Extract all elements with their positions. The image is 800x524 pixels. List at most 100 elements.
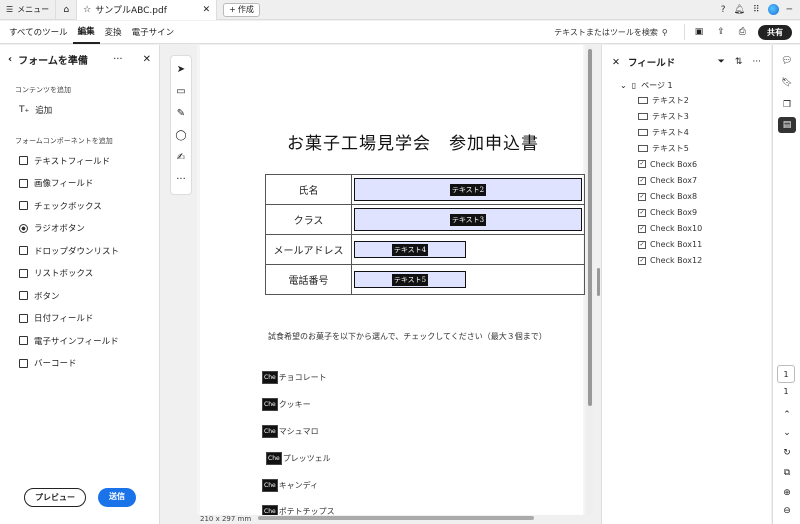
component-text-field[interactable]: テキストフィールド xyxy=(0,150,159,173)
more-options-icon[interactable]: ··· xyxy=(752,57,761,67)
chevron-down-icon[interactable]: ⌄ xyxy=(778,425,796,441)
component-dropdown[interactable]: ドロップダウンリスト xyxy=(0,240,159,263)
save-icon[interactable]: ▣ xyxy=(695,27,704,37)
current-page-input[interactable]: 1 xyxy=(777,365,795,383)
field-item[interactable]: ✓ Check Box9 xyxy=(602,205,771,221)
field-item[interactable]: テキスト3 xyxy=(602,108,771,124)
horizontal-scrollbar[interactable] xyxy=(258,516,534,520)
avatar[interactable] xyxy=(767,4,779,15)
fit-page-icon[interactable]: ⧉ xyxy=(778,465,796,481)
scrollbar-thumb[interactable] xyxy=(588,49,592,406)
field-label: テキスト3 xyxy=(652,111,689,121)
preview-button[interactable]: プレビュー xyxy=(24,488,86,507)
zoom-in-icon[interactable]: ⊕ xyxy=(778,485,796,501)
vertical-scrollbar[interactable] xyxy=(587,45,593,515)
form-field[interactable]: テキスト4 xyxy=(354,241,466,258)
checkbox-option[interactable]: Che チョコレート xyxy=(262,371,327,384)
back-icon[interactable]: ‹ xyxy=(8,54,12,65)
checkbox-field[interactable]: Che xyxy=(266,452,282,465)
chevron-down-icon[interactable]: ⌄ xyxy=(620,81,627,90)
chevron-up-icon[interactable]: ⌃ xyxy=(778,407,796,423)
more-options-icon[interactable]: ··· xyxy=(113,54,123,65)
tab-e-sign[interactable]: 電子サイン xyxy=(127,21,180,44)
checkbox-field[interactable]: Che xyxy=(262,479,278,492)
checkbox-option[interactable]: Che クッキー xyxy=(262,398,311,411)
home-button[interactable]: ⌂ xyxy=(55,0,78,20)
component-barcode[interactable]: バーコード xyxy=(0,352,159,375)
form-fields-icon[interactable]: ▤ xyxy=(778,117,796,133)
component-date-field[interactable]: 日付フィールド xyxy=(0,307,159,330)
field-item[interactable]: ✓ Check Box8 xyxy=(602,189,771,205)
tab-convert[interactable]: 変換 xyxy=(100,21,127,44)
field-item[interactable]: ✓ Check Box10 xyxy=(602,221,771,237)
select-cursor-icon[interactable]: ➤ xyxy=(177,64,185,76)
row-label: メールアドレス xyxy=(265,234,352,265)
send-button[interactable]: 送信 xyxy=(98,488,136,507)
comments-icon[interactable]: 💬︎ xyxy=(778,53,796,69)
form-field[interactable]: テキスト3 xyxy=(354,208,582,231)
panel-splitter-handle[interactable] xyxy=(597,268,600,296)
field-name: テキスト2 xyxy=(449,183,487,196)
component-checkbox[interactable]: チェックボックス xyxy=(0,195,159,218)
checkbox-option[interactable]: Che マシュマロ xyxy=(262,425,319,438)
page-node[interactable]: ⌄ ▯ ページ 1 xyxy=(602,79,771,92)
share-button[interactable]: 共有 xyxy=(758,24,792,40)
field-item[interactable]: ✓ Check Box7 xyxy=(602,172,771,188)
close-fields-icon[interactable]: ✕ xyxy=(612,57,620,68)
component-listbox[interactable]: リストボックス xyxy=(0,262,159,285)
bell-icon[interactable]: 🔔︎ xyxy=(734,5,745,15)
component-label: ドロップダウンリスト xyxy=(34,246,120,257)
tab-all-tools[interactable]: すべてのツール xyxy=(4,21,73,44)
upload-icon[interactable]: ⇪ xyxy=(717,27,725,37)
apps-grid-icon[interactable]: ⠿ xyxy=(753,5,760,15)
tab-edit[interactable]: 編集 xyxy=(72,21,100,44)
component-signature-field[interactable]: 電子サインフィールド xyxy=(0,330,159,353)
checkbox-field[interactable]: Che xyxy=(262,505,278,515)
field-item[interactable]: ✓ Check Box12 xyxy=(602,253,771,269)
checkbox-option[interactable]: Che プレッツェル xyxy=(266,452,331,465)
form-field[interactable]: テキスト5 xyxy=(354,271,466,288)
pages-icon[interactable]: ❐ xyxy=(778,97,796,113)
tab-name: サンプルABC.pdf xyxy=(95,6,167,16)
star-icon[interactable]: ☆ xyxy=(83,5,91,15)
lasso-icon[interactable]: ◯ xyxy=(175,130,186,142)
radio-icon xyxy=(19,223,28,233)
text-field-icon xyxy=(19,156,28,166)
document-tab[interactable]: ☆ サンプルABC.pdf ✕ xyxy=(77,0,218,20)
sign-icon[interactable]: ✍ xyxy=(177,152,185,164)
tool-search[interactable]: テキストまたはツールを検索 ⚲ xyxy=(554,27,668,38)
component-radio[interactable]: ラジオボタン xyxy=(0,217,159,240)
filter-icon[interactable]: ⏷ xyxy=(718,57,725,67)
checkbox-option[interactable]: Che ポテトチップス xyxy=(262,505,335,515)
pen-icon[interactable]: ✎ xyxy=(177,108,185,120)
menu-button[interactable]: ☰ メニュー xyxy=(0,0,55,20)
component-button[interactable]: ボタン xyxy=(0,285,159,308)
checkbox-field[interactable]: Che xyxy=(262,398,278,411)
field-item[interactable]: テキスト4 xyxy=(602,124,771,140)
checkbox-field[interactable]: Che xyxy=(262,425,278,438)
more-tools-icon[interactable]: ··· xyxy=(176,174,186,186)
form-table: 氏名 テキスト2 クラス テキスト3 メールアドレス テキスト4 電話番号 テキ… xyxy=(265,174,585,295)
field-item[interactable]: ✓ Check Box11 xyxy=(602,237,771,253)
bookmark-icon[interactable]: 🔖︎ xyxy=(778,75,796,91)
comment-icon[interactable]: ▭ xyxy=(176,86,185,98)
form-field[interactable]: テキスト2 xyxy=(354,178,582,201)
component-label: テキストフィールド xyxy=(34,156,111,167)
print-icon[interactable]: ⎙ xyxy=(739,27,746,37)
checkbox-option[interactable]: Che キャンディ xyxy=(262,479,318,492)
add-content-item[interactable]: T₊ 追加 xyxy=(0,99,159,122)
field-item[interactable]: テキスト2 xyxy=(602,92,771,108)
sort-icon[interactable]: ⇅ xyxy=(735,57,743,67)
section-content-heading: コンテンツを追加 xyxy=(15,86,71,94)
zoom-out-icon[interactable]: ⊖ xyxy=(778,503,796,519)
field-item[interactable]: ✓ Check Box6 xyxy=(602,156,771,172)
close-panel-icon[interactable]: ✕ xyxy=(143,54,151,65)
help-icon[interactable]: ? xyxy=(721,5,726,15)
component-image-field[interactable]: 画像フィールド xyxy=(0,172,159,195)
checkbox-field[interactable]: Che xyxy=(262,371,278,384)
field-item[interactable]: テキスト5 xyxy=(602,140,771,156)
create-button[interactable]: + 作成 xyxy=(223,2,260,17)
refresh-icon[interactable]: ↻ xyxy=(778,445,796,461)
minimize-icon[interactable]: ─ xyxy=(787,5,792,15)
close-tab-icon[interactable]: ✕ xyxy=(203,5,211,15)
